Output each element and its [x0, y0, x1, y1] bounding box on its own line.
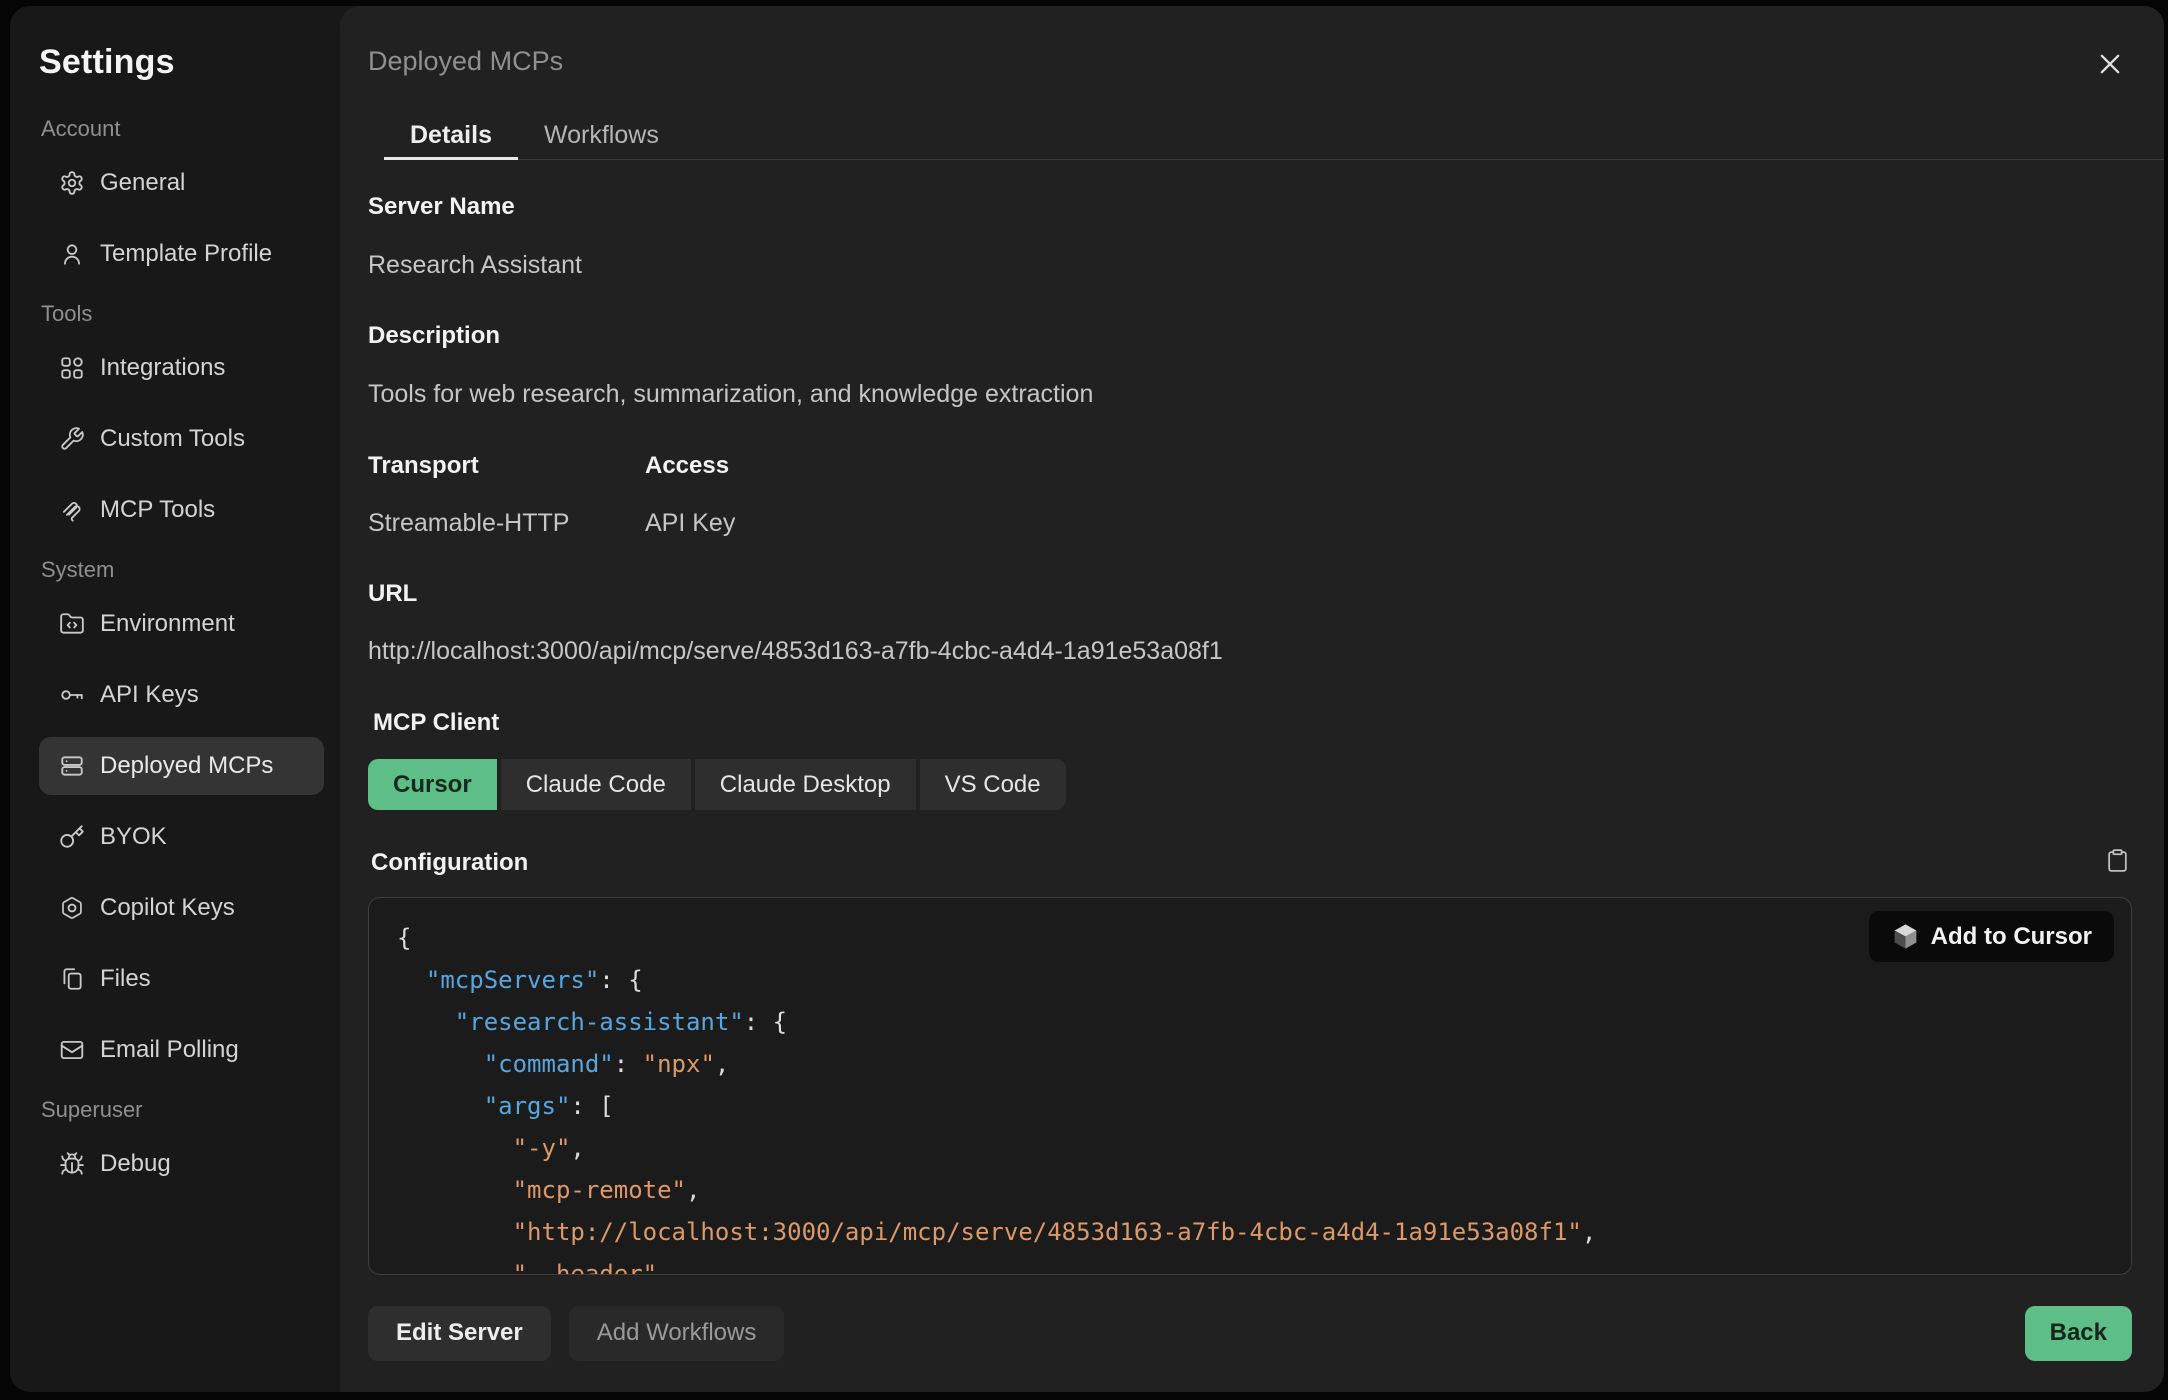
hexagon-icon — [59, 895, 85, 921]
sidebar-item-label: Deployed MCPs — [100, 752, 273, 780]
bug-icon — [59, 1151, 85, 1177]
grid-icon — [59, 355, 85, 381]
settings-title: Settings — [39, 40, 324, 84]
mcp-icon — [59, 497, 85, 523]
description-label: Description — [368, 319, 2132, 353]
sidebar-item-api-keys[interactable]: API Keys — [39, 666, 324, 724]
close-icon — [2096, 50, 2124, 83]
sidebar-item-general[interactable]: General — [39, 154, 324, 212]
sidebar-item-label: Custom Tools — [100, 425, 245, 453]
sidebar-item-deployed-mcps[interactable]: Deployed MCPs — [39, 737, 324, 795]
sidebar-item-label: Debug — [100, 1150, 171, 1178]
sidebar-item-label: Email Polling — [100, 1036, 239, 1064]
key-icon — [59, 682, 85, 708]
settings-modal: Settings Account General Template Profile T… — [10, 6, 2164, 1392]
add-to-cursor-button[interactable]: Add to Cursor — [1869, 911, 2114, 962]
tab-details[interactable]: Details — [384, 114, 518, 160]
user-icon — [59, 241, 85, 267]
access-label: Access — [645, 449, 735, 483]
sidebar-section-tools: Tools — [41, 299, 322, 329]
sidebar-item-copilot-keys[interactable]: Copilot Keys — [39, 879, 324, 937]
sidebar-item-label: Copilot Keys — [100, 894, 235, 922]
transport-label: Transport — [368, 449, 645, 483]
add-to-cursor-label: Add to Cursor — [1931, 923, 2092, 951]
client-button-claude-desktop[interactable]: Claude Desktop — [695, 759, 916, 810]
key-diagonal-icon — [59, 824, 85, 850]
access-value: API Key — [645, 506, 735, 540]
sidebar-item-template-profile[interactable]: Template Profile — [39, 225, 324, 283]
sidebar: Settings Account General Template Profile T… — [10, 6, 340, 1392]
client-button-cursor[interactable]: Cursor — [368, 759, 497, 810]
sidebar-nav: Account General Template Profile Tools Integ… — [39, 114, 324, 1193]
edit-server-button[interactable]: Edit Server — [368, 1306, 551, 1361]
server-name-value: Research Assistant — [368, 248, 2132, 282]
sidebar-item-debug[interactable]: Debug — [39, 1135, 324, 1193]
gear-icon — [59, 170, 85, 196]
mcp-client-label: MCP Client — [373, 706, 2132, 740]
files-icon — [59, 966, 85, 992]
back-button[interactable]: Back — [2025, 1306, 2132, 1361]
copy-button[interactable] — [2102, 848, 2132, 878]
sidebar-item-label: BYOK — [100, 823, 167, 851]
sidebar-item-email-polling[interactable]: Email Polling — [39, 1021, 324, 1079]
sidebar-section-account: Account — [41, 114, 322, 144]
cursor-logo-icon — [1891, 922, 1920, 951]
main-panel: Deployed MCPs DetailsWorkflows Server Na… — [340, 6, 2164, 1392]
tab-workflows[interactable]: Workflows — [518, 114, 685, 160]
configuration-label: Configuration — [371, 846, 528, 880]
sidebar-section-superuser: Superuser — [41, 1095, 322, 1125]
wrench-icon — [59, 426, 85, 452]
mail-icon — [59, 1037, 85, 1063]
configuration-code-block: { "mcpServers": { "research-assistant": … — [368, 897, 2132, 1275]
sidebar-item-label: Integrations — [100, 354, 225, 382]
url-value: http://localhost:3000/api/mcp/serve/4853… — [368, 634, 2132, 668]
client-button-claude-code[interactable]: Claude Code — [501, 759, 691, 810]
transport-value: Streamable-HTTP — [368, 506, 645, 540]
description-value: Tools for web research, summarization, a… — [368, 377, 2132, 411]
sidebar-item-integrations[interactable]: Integrations — [39, 339, 324, 397]
server-icon — [59, 753, 85, 779]
client-button-vs-code[interactable]: VS Code — [920, 759, 1066, 810]
server-name-label: Server Name — [368, 190, 2132, 224]
tab-bar: DetailsWorkflows — [384, 114, 2164, 160]
main-header: Deployed MCPs DetailsWorkflows — [340, 6, 2164, 160]
clipboard-icon — [2105, 848, 2130, 878]
sidebar-item-label: MCP Tools — [100, 496, 215, 524]
sidebar-item-mcp-tools[interactable]: MCP Tools — [39, 481, 324, 539]
add-workflows-button[interactable]: Add Workflows — [569, 1306, 785, 1361]
sidebar-item-byok[interactable]: BYOK — [39, 808, 324, 866]
details-content: Server Name Research Assistant Descripti… — [340, 160, 2164, 1282]
close-button[interactable] — [2090, 46, 2130, 86]
sidebar-item-label: Template Profile — [100, 240, 272, 268]
page-title: Deployed MCPs — [368, 44, 2132, 78]
url-label: URL — [368, 577, 2132, 611]
footer: Edit Server Add Workflows Back — [340, 1282, 2164, 1392]
sidebar-section-system: System — [41, 555, 322, 585]
sidebar-item-label: Environment — [100, 610, 235, 638]
sidebar-item-files[interactable]: Files — [39, 950, 324, 1008]
configuration-json: { "mcpServers": { "research-assistant": … — [369, 898, 2131, 1275]
folder-code-icon — [59, 611, 85, 637]
sidebar-item-environment[interactable]: Environment — [39, 595, 324, 653]
sidebar-item-label: API Keys — [100, 681, 199, 709]
sidebar-item-custom-tools[interactable]: Custom Tools — [39, 410, 324, 468]
mcp-client-switcher: CursorClaude CodeClaude DesktopVS Code — [368, 759, 2132, 810]
sidebar-item-label: Files — [100, 965, 151, 993]
sidebar-item-label: General — [100, 169, 185, 197]
